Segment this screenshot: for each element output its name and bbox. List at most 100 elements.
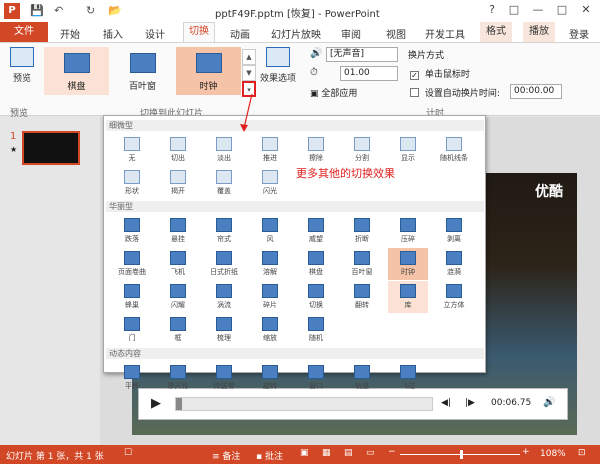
transition-option[interactable]: 剥离 — [434, 215, 474, 247]
undo-icon[interactable]: ↶ — [54, 4, 63, 17]
volume-icon[interactable]: 🔊 — [543, 397, 555, 408]
transition-option[interactable]: 时钟 — [388, 248, 428, 280]
transition-option[interactable]: 显示 — [388, 134, 428, 166]
transition-option[interactable]: 门 — [112, 314, 152, 346]
tab-animations[interactable]: 动画 — [230, 26, 250, 41]
transition-option[interactable]: 随机线条 — [434, 134, 474, 166]
comments-button[interactable]: ▪ 批注 — [256, 449, 283, 462]
transition-option[interactable]: 梳理 — [204, 314, 244, 346]
normal-view-icon[interactable]: ▣ — [300, 448, 309, 458]
transition-checkerboard[interactable]: 棋盘 — [44, 47, 109, 95]
tab-design[interactable]: 设计 — [145, 26, 165, 41]
gallery-scroll-down[interactable]: ▼ — [242, 65, 256, 81]
sorter-view-icon[interactable]: ▦ — [322, 448, 331, 458]
reading-view-icon[interactable]: ▤ — [344, 448, 353, 458]
transition-option[interactable]: 无 — [112, 134, 152, 166]
transition-option[interactable]: 跌落 — [112, 215, 152, 247]
transition-option[interactable]: 揭开 — [158, 167, 198, 199]
redo-icon[interactable]: ↻ — [86, 4, 95, 17]
transition-option[interactable]: 碎片 — [250, 281, 290, 313]
gallery-scroll-up[interactable]: ▲ — [242, 49, 256, 65]
slideshow-view-icon[interactable]: ▭ — [366, 448, 375, 458]
transition-option[interactable]: 闪光 — [250, 167, 290, 199]
transition-option[interactable]: 棋盘 — [296, 248, 336, 280]
transition-blinds[interactable]: 百叶窗 — [110, 47, 175, 95]
sound-select[interactable]: [无声音] — [326, 47, 398, 62]
preview-button[interactable]: 预览 — [6, 47, 38, 84]
tab-home[interactable]: 开始 — [60, 26, 80, 41]
slide-thumbnail[interactable] — [22, 131, 80, 165]
tab-view[interactable]: 视图 — [386, 26, 406, 41]
transition-option[interactable]: 摩天轮 — [158, 362, 198, 394]
after-time-field[interactable]: 00:00.00 — [510, 84, 562, 99]
transition-option[interactable]: 翻转 — [342, 281, 382, 313]
transition-option[interactable]: 旋转 — [250, 362, 290, 394]
transition-option[interactable]: 缩放 — [250, 314, 290, 346]
maximize-icon[interactable]: □ — [552, 3, 572, 16]
close-icon[interactable]: ✕ — [576, 3, 596, 16]
tab-signin[interactable]: 登录 — [569, 26, 589, 41]
transition-option[interactable]: 威望 — [296, 215, 336, 247]
apply-all-button[interactable]: ▣ 全部应用 — [310, 86, 357, 99]
open-icon[interactable]: 📂 — [108, 4, 122, 17]
step-forward-icon[interactable]: |▶ — [465, 398, 475, 408]
minimize-icon[interactable]: — — [528, 3, 548, 16]
transition-option[interactable]: 推进 — [250, 134, 290, 166]
transition-option[interactable]: 框 — [158, 314, 198, 346]
save-icon[interactable]: 💾 — [30, 4, 44, 17]
transition-option[interactable]: 切出 — [158, 134, 198, 166]
transition-option[interactable]: 页面卷曲 — [112, 248, 152, 280]
on-click-checkbox[interactable]: ✓ 单击鼠标时 — [410, 67, 470, 80]
transition-option[interactable]: 风 — [250, 215, 290, 247]
tab-developer[interactable]: 开发工具 — [425, 26, 465, 41]
transition-option[interactable]: 涡流 — [204, 281, 244, 313]
after-time-checkbox[interactable]: 设置自动换片时间: — [410, 86, 500, 99]
transition-option[interactable]: 平移 — [112, 362, 152, 394]
transition-option[interactable]: 飞机 — [158, 248, 198, 280]
transition-option[interactable]: 立方体 — [434, 281, 474, 313]
transition-option[interactable]: 分割 — [342, 134, 382, 166]
tab-format[interactable]: 格式 — [480, 22, 512, 42]
transition-option[interactable]: 随机 — [296, 314, 336, 346]
zoom-out-icon[interactable]: − — [388, 447, 396, 457]
tab-insert[interactable]: 插入 — [103, 26, 123, 41]
transition-option[interactable]: 帘式 — [204, 215, 244, 247]
transition-option[interactable]: 形状 — [112, 167, 152, 199]
transition-clock[interactable]: 时钟 — [176, 47, 241, 95]
help-icon[interactable]: ? — [482, 3, 502, 16]
transition-option[interactable]: 压碎 — [388, 215, 428, 247]
transition-option[interactable]: 覆盖 — [204, 167, 244, 199]
transition-option[interactable]: 窗口 — [296, 362, 336, 394]
transition-option[interactable]: 百叶窗 — [342, 248, 382, 280]
ribbon-display-icon[interactable]: □ — [504, 3, 524, 16]
zoom-slider-handle[interactable] — [460, 450, 463, 459]
fit-slide-icon[interactable]: ⊡ — [578, 448, 586, 458]
play-icon[interactable]: ▶ — [151, 396, 161, 411]
effect-options-button[interactable]: 效果选项 — [258, 47, 298, 84]
transition-option[interactable]: 折断 — [342, 215, 382, 247]
tab-file[interactable]: 文件 — [0, 22, 48, 42]
tab-playback[interactable]: 播放 — [523, 22, 555, 42]
transition-option[interactable]: 飞过 — [388, 362, 428, 394]
transition-option[interactable]: 传送带 — [204, 362, 244, 394]
tab-transitions[interactable]: 切换 — [183, 22, 215, 42]
zoom-level[interactable]: 108% — [540, 449, 566, 459]
transition-option[interactable]: 溶解 — [250, 248, 290, 280]
tab-review[interactable]: 审阅 — [341, 26, 361, 41]
step-back-icon[interactable]: ◀| — [441, 398, 451, 408]
transition-option[interactable]: 切换 — [296, 281, 336, 313]
zoom-in-icon[interactable]: + — [522, 447, 530, 457]
seek-handle[interactable] — [176, 398, 182, 410]
transition-option[interactable]: 蜂巢 — [112, 281, 152, 313]
transition-option[interactable]: 涟漪 — [434, 248, 474, 280]
transition-option[interactable]: 闪耀 — [158, 281, 198, 313]
transition-option[interactable]: 库 — [388, 281, 428, 313]
seek-bar[interactable] — [175, 397, 433, 411]
transition-option[interactable]: 日式折纸 — [204, 248, 244, 280]
transition-option[interactable]: 淡出 — [204, 134, 244, 166]
transition-option[interactable]: 轨道 — [342, 362, 382, 394]
duration-field[interactable]: 01.00 — [340, 66, 398, 81]
transition-option[interactable]: 悬挂 — [158, 215, 198, 247]
transition-option[interactable]: 擦除 — [296, 134, 336, 166]
notes-button[interactable]: ≡ 备注 — [212, 449, 240, 462]
